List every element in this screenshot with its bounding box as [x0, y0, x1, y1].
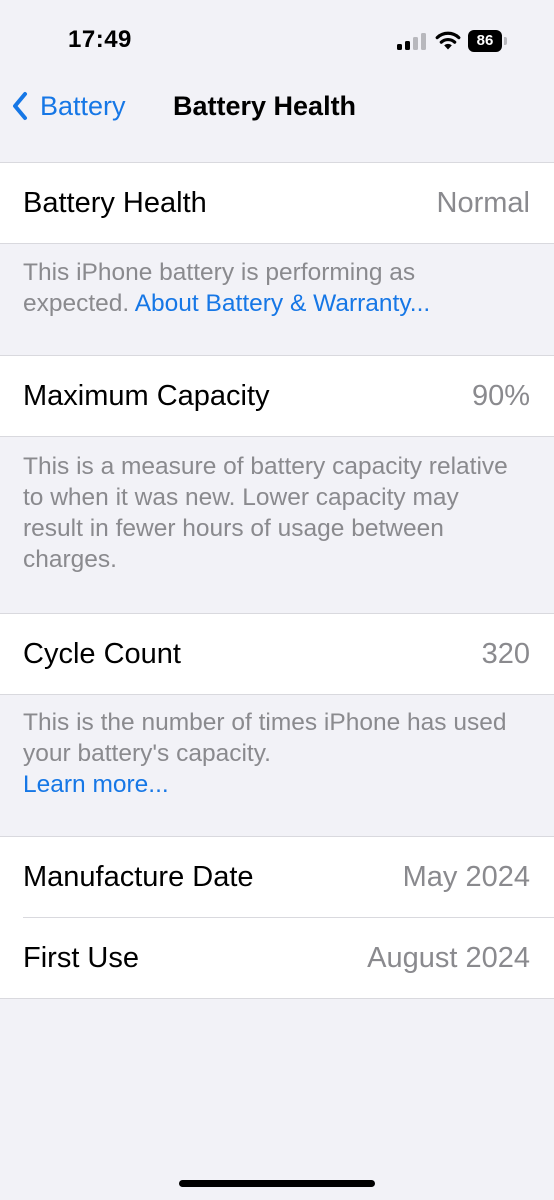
manufacture-date-row: Manufacture Date May 2024: [0, 837, 554, 917]
manufacture-date-label: Manufacture Date: [23, 860, 254, 893]
battery-health-value: Normal: [436, 186, 530, 219]
first-use-label: First Use: [23, 941, 139, 974]
navigation-bar: Battery Battery Health: [0, 80, 554, 134]
battery-level: 86: [468, 30, 502, 52]
cycle-count-row: Cycle Count 320: [0, 614, 554, 694]
chevron-left-icon: [13, 92, 27, 120]
maximum-capacity-label: Maximum Capacity: [23, 379, 270, 412]
battery-health-row: Battery Health Normal: [0, 163, 554, 243]
maximum-capacity-footer: This is a measure of battery capacity re…: [23, 451, 523, 575]
maximum-capacity-group: Maximum Capacity 90%: [0, 355, 554, 437]
cycle-count-footer: This is the number of times iPhone has u…: [23, 707, 523, 800]
back-button[interactable]: Battery: [12, 86, 126, 126]
cycle-count-label: Cycle Count: [23, 637, 181, 670]
cellular-signal-icon: [397, 32, 427, 50]
first-use-value: August 2024: [367, 941, 530, 974]
maximum-capacity-row: Maximum Capacity 90%: [0, 356, 554, 436]
wifi-icon: [435, 31, 461, 50]
battery-icon: 86: [468, 30, 510, 52]
cycle-count-value: 320: [481, 637, 530, 670]
back-button-label: Battery: [40, 90, 126, 121]
battery-health-group: Battery Health Normal: [0, 162, 554, 244]
battery-health-footer: This iPhone battery is performing as exp…: [23, 257, 523, 319]
battery-health-label: Battery Health: [23, 186, 207, 219]
learn-more-link[interactable]: Learn more...: [23, 769, 523, 800]
first-use-row: First Use August 2024: [0, 918, 554, 998]
status-bar: 17:49 86: [0, 0, 554, 80]
status-time: 17:49: [68, 26, 132, 53]
maximum-capacity-footer-text: This is a measure of battery capacity re…: [23, 453, 508, 573]
battery-tip: [504, 37, 507, 45]
maximum-capacity-value: 90%: [471, 379, 530, 412]
cycle-count-group: Cycle Count 320: [0, 613, 554, 695]
about-battery-warranty-link[interactable]: About Battery & Warranty...: [135, 290, 430, 317]
cycle-count-footer-text: This is the number of times iPhone has u…: [23, 709, 507, 767]
manufacture-date-value: May 2024: [402, 860, 530, 893]
dates-group: Manufacture Date May 2024 First Use Augu…: [0, 836, 554, 999]
home-indicator[interactable]: [179, 1180, 375, 1187]
page-title: Battery Health: [173, 91, 357, 121]
